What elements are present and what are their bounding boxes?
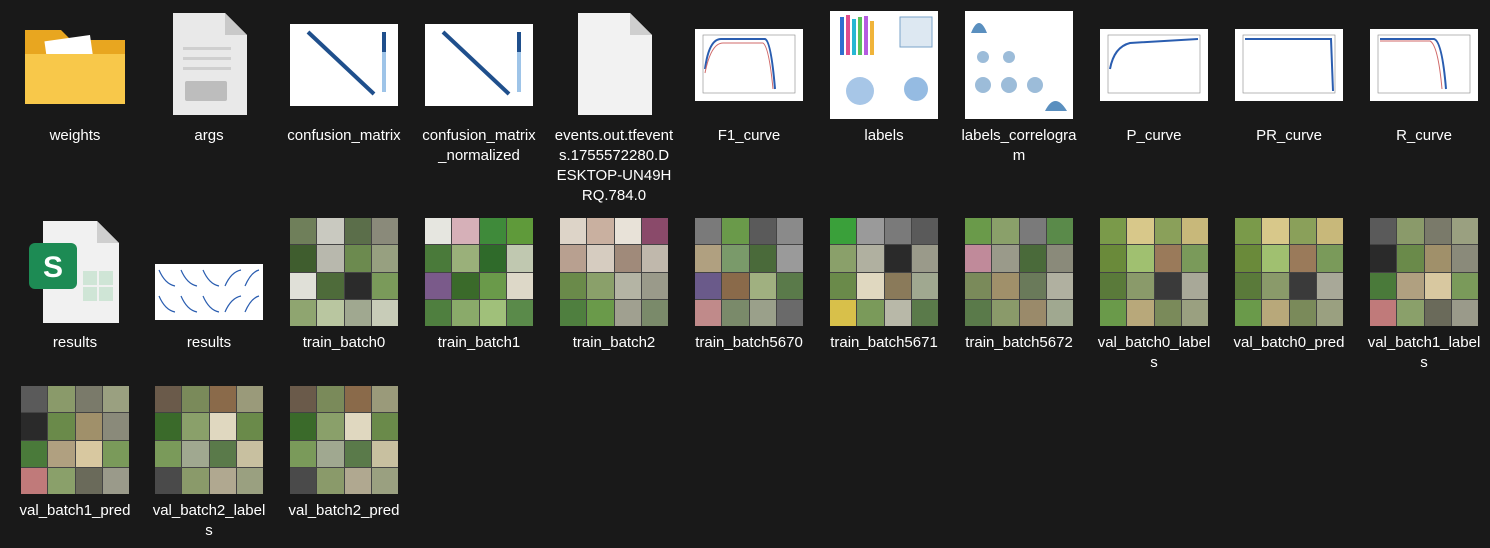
file-item-val-batch2-labels[interactable]: val_batch2_labels — [149, 383, 269, 541]
file-item-train-batch0[interactable]: train_batch0 — [284, 215, 404, 353]
file-name: labels_correlogram — [961, 127, 1077, 164]
folder-icon — [15, 8, 135, 122]
file-grid: weights args confusion_matrix confusion_… — [0, 0, 1490, 548]
file-name: args — [194, 127, 224, 144]
image-thumbnail — [689, 215, 809, 329]
correlogram-thumbnail — [959, 8, 1079, 122]
file-item-val-batch0-pred[interactable]: val_batch0_pred — [1229, 215, 1349, 353]
file-name: results — [186, 334, 232, 351]
image-thumbnail — [1364, 215, 1484, 329]
file-name: train_batch0 — [302, 334, 386, 351]
file-name: train_batch5671 — [830, 334, 938, 351]
file-item-confusion-matrix[interactable]: confusion_matrix — [284, 8, 404, 146]
file-item-train-batch5672[interactable]: train_batch5672 — [959, 215, 1079, 353]
file-name: val_batch0_labels — [1097, 334, 1211, 371]
file-name: P_curve — [1126, 127, 1182, 144]
file-name: val_batch2_labels — [152, 502, 266, 539]
image-thumbnail — [554, 215, 674, 329]
image-thumbnail — [1094, 215, 1214, 329]
file-item-weights[interactable]: weights — [15, 8, 135, 146]
file-item-train-batch2[interactable]: train_batch2 — [554, 215, 674, 353]
results-thumbnail — [149, 215, 269, 329]
file-name: results — [52, 334, 98, 351]
file-name: train_batch2 — [572, 334, 656, 351]
file-item-args[interactable]: args — [149, 8, 269, 146]
file-item-train-batch5670[interactable]: train_batch5670 — [689, 215, 809, 353]
labels-thumbnail — [824, 8, 944, 122]
file-name: train_batch5672 — [965, 334, 1073, 351]
file-item-val-batch2-pred[interactable]: val_batch2_pred — [284, 383, 404, 521]
image-thumbnail — [15, 383, 135, 497]
file-item-train-batch5671[interactable]: train_batch5671 — [824, 215, 944, 353]
file-item-results-sheet[interactable]: S results — [15, 215, 135, 353]
image-thumbnail — [959, 215, 1079, 329]
file-name: F1_curve — [717, 127, 781, 144]
markdown-file-icon — [149, 8, 269, 122]
file-name: confusion_matrix — [287, 127, 401, 144]
image-thumbnail — [149, 383, 269, 497]
image-thumbnail — [824, 215, 944, 329]
image-thumbnail — [1229, 215, 1349, 329]
svg-text:S: S — [43, 251, 63, 284]
file-name: weights — [49, 127, 101, 144]
file-item-labels-correlogram[interactable]: labels_correlogram — [959, 8, 1079, 166]
file-item-pr-curve[interactable]: PR_curve — [1229, 8, 1349, 146]
file-item-train-batch1[interactable]: train_batch1 — [419, 215, 539, 353]
file-item-labels[interactable]: labels — [824, 8, 944, 146]
image-thumbnail — [284, 215, 404, 329]
file-name: confusion_matrix_normalized — [422, 127, 536, 164]
file-item-val-batch0-labels[interactable]: val_batch0_labels — [1094, 215, 1214, 373]
confusion-matrix-thumbnail — [284, 8, 404, 122]
file-item-confusion-matrix-normalized[interactable]: confusion_matrix_normalized — [419, 8, 539, 166]
blank-file-icon — [554, 8, 674, 122]
file-name: val_batch0_pred — [1233, 334, 1345, 351]
file-name: events.out.tfevents.1755572280.DESKTOP-U… — [554, 127, 674, 204]
image-thumbnail — [284, 383, 404, 497]
file-name: labels — [864, 127, 904, 144]
spreadsheet-file-icon: S — [15, 215, 135, 329]
confusion-matrix-normalized-thumbnail — [419, 8, 539, 122]
file-name: val_batch2_pred — [288, 502, 400, 519]
file-name: val_batch1_pred — [19, 502, 131, 519]
r-curve-thumbnail — [1364, 8, 1484, 122]
file-name: train_batch1 — [437, 334, 521, 351]
f1-curve-thumbnail — [689, 8, 809, 122]
file-item-tfevents[interactable]: events.out.tfevents.1755572280.DESKTOP-U… — [554, 8, 674, 206]
file-item-r-curve[interactable]: R_curve — [1364, 8, 1484, 146]
p-curve-thumbnail — [1094, 8, 1214, 122]
file-name: train_batch5670 — [695, 334, 803, 351]
image-thumbnail — [419, 215, 539, 329]
file-item-results-png[interactable]: results — [149, 215, 269, 353]
file-item-p-curve[interactable]: P_curve — [1094, 8, 1214, 146]
file-name: R_curve — [1396, 127, 1452, 144]
file-item-val-batch1-pred[interactable]: val_batch1_pred — [15, 383, 135, 521]
file-item-f1-curve[interactable]: F1_curve — [689, 8, 809, 146]
file-name: PR_curve — [1256, 127, 1322, 144]
file-name: val_batch1_labels — [1367, 334, 1481, 371]
pr-curve-thumbnail — [1229, 8, 1349, 122]
file-item-val-batch1-labels[interactable]: val_batch1_labels — [1364, 215, 1484, 373]
